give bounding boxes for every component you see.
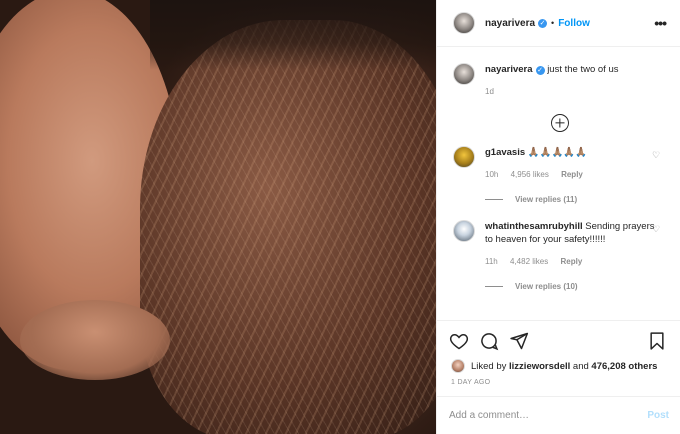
comment-username[interactable]: whatinthesamrubyhill [485,221,583,232]
liked-by-and: and [572,360,589,372]
instagram-post-view: nayarivera ✓ • Follow ••• nayarivera ✓ ju… [0,0,680,434]
view-replies-label: View replies (11) [515,195,578,204]
comment-bubble-icon[interactable] [479,331,499,351]
author-avatar[interactable] [453,12,475,34]
caption-time[interactable]: 1d [485,87,494,96]
liked-by-count[interactable]: 476,208 others [591,361,657,372]
comment-meta: 10h 4,956 likes Reply [485,168,655,181]
post-actions-area: Liked by lizzieworsdell and 476,208 othe… [437,320,680,386]
likes-summary: Liked by lizzieworsdell and 476,208 othe… [437,353,680,373]
comment-input[interactable] [449,410,648,421]
caption-text: just the two of us [547,64,619,75]
comment-time[interactable]: 10h [485,170,498,179]
load-more-comments-icon[interactable] [550,114,569,132]
reply-button[interactable]: Reply [560,257,582,266]
like-heart-icon[interactable] [449,331,469,351]
separator-dot: • [551,18,555,28]
liked-by-user[interactable]: lizzieworsdell [509,361,570,372]
post-comment-button[interactable]: Post [647,410,669,421]
caption-body: nayarivera ✓ just the two of us 1d [485,63,618,98]
photo-hair-region [140,20,436,434]
replies-line [485,199,503,200]
share-paper-plane-icon[interactable] [509,331,529,351]
caption-meta: 1d [485,85,618,98]
verified-badge-icon: ✓ [535,66,545,75]
replies-line [485,286,503,287]
liker-avatar[interactable] [451,359,465,373]
comment-item: whatinthesamrubyhill Sending prayers to … [453,220,666,268]
caption: nayarivera ✓ just the two of us 1d [453,63,666,98]
more-horizontal-icon[interactable]: ••• [654,15,667,31]
follow-button[interactable]: Follow [558,18,590,29]
post-header: nayarivera ✓ • Follow ••• [437,0,680,47]
comment-body: g1avasis 🙏🏽🙏🏽🙏🏽🙏🏽🙏🏽 10h 4,956 likes Repl… [485,146,655,181]
photo-shadow [150,0,436,70]
commenter-avatar[interactable] [453,220,475,242]
comment-likes[interactable]: 4,482 likes [510,257,548,266]
comment-like-heart-icon[interactable]: ♡ [652,150,660,160]
verified-badge-icon: ✓ [538,18,548,28]
likes-text: Liked by lizzieworsdell and 476,208 othe… [471,361,657,372]
add-comment-bar: Post [437,396,680,434]
photo-hand-region [20,300,170,380]
caption-username[interactable]: nayarivera [485,64,533,75]
comment-time[interactable]: 11h [485,257,498,266]
commenter-avatar[interactable] [453,146,475,168]
view-replies-label: View replies (10) [515,282,578,291]
comment-meta: 11h 4,482 likes Reply [485,255,655,268]
comment-likes[interactable]: 4,956 likes [511,170,549,179]
view-replies-button[interactable]: View replies (10) [485,282,666,291]
post-photo[interactable] [0,0,436,434]
post-side-panel: nayarivera ✓ • Follow ••• nayarivera ✓ ju… [436,0,680,434]
post-date[interactable]: 1 DAY AGO [437,373,680,386]
comment-username[interactable]: g1avasis [485,147,525,158]
comment-body: whatinthesamrubyhill Sending prayers to … [485,220,655,268]
comments-list: nayarivera ✓ just the two of us 1d g1avas… [437,47,680,291]
comment-text: 🙏🏽🙏🏽🙏🏽🙏🏽🙏🏽 [527,147,587,158]
comment-item: g1avasis 🙏🏽🙏🏽🙏🏽🙏🏽🙏🏽 10h 4,956 likes Repl… [453,146,666,181]
view-replies-button[interactable]: View replies (11) [485,195,666,204]
author-username[interactable]: nayarivera [485,18,535,29]
liked-by-prefix: Liked by [471,360,507,372]
action-bar [437,321,680,353]
reply-button[interactable]: Reply [561,170,583,179]
bookmark-save-icon[interactable] [647,331,667,351]
caption-avatar[interactable] [453,63,475,85]
comment-like-heart-icon[interactable]: ♡ [652,224,660,234]
